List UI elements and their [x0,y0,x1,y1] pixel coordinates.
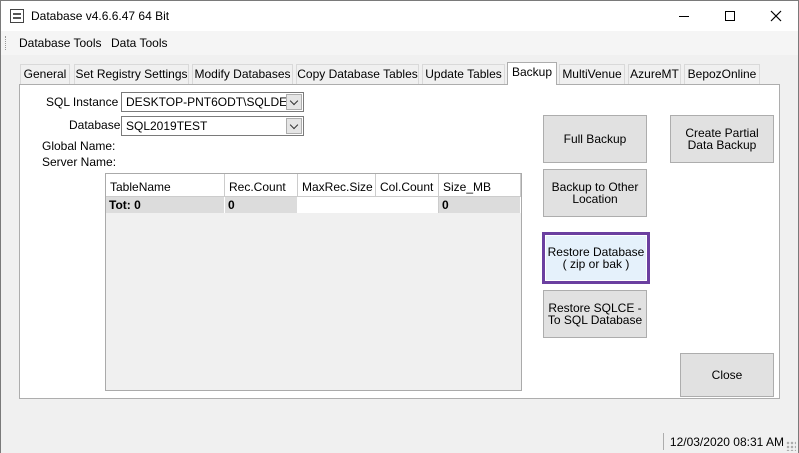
database-value: SQL2019TEST [126,119,208,133]
server-name-label: Server Name: [42,155,117,169]
menu-grip-icon [5,36,7,50]
tab-bepozonline[interactable]: BepozOnline [684,64,760,84]
tables-grid[interactable]: TableName Rec.Count MaxRec.Size Col.Coun… [105,173,522,391]
tab-azuremt[interactable]: AzureMT [628,64,681,84]
menu-data-tools[interactable]: Data Tools [111,36,167,50]
column-header-size-mb[interactable]: Size_MB [439,174,521,197]
tab-general[interactable]: General [20,64,70,84]
database-dropdown-button[interactable] [286,118,302,134]
database-select[interactable]: SQL2019TEST [121,116,304,136]
database-label: Database: [69,118,124,132]
sql-instance-dropdown-button[interactable] [286,94,302,110]
close-window-button[interactable] [753,1,799,31]
create-partial-backup-button[interactable]: Create Partial Data Backup [670,115,774,163]
restore-sqlce-button[interactable]: Restore SQLCE - To SQL Database [543,290,647,338]
tab-modify-databases[interactable]: Modify Databases [192,64,293,84]
restore-database-button[interactable]: Restore Database ( zip or bak ) [542,232,650,284]
close-button[interactable]: Close [680,353,774,397]
sql-instance-select[interactable]: DESKTOP-PNT6ODT\SQLDE [121,92,304,112]
chevron-down-icon [289,120,299,129]
database-app-icon [10,9,24,23]
chevron-down-icon [289,96,299,105]
full-backup-button[interactable]: Full Backup [543,115,647,163]
tab-multivenue[interactable]: MultiVenue [559,64,625,84]
column-header-rec-count[interactable]: Rec.Count [225,174,298,197]
application-window: Database v4.6.6.47 64 Bit Database Tools… [0,0,799,453]
title-bar[interactable]: Database v4.6.6.47 64 Bit [1,1,798,31]
column-header-maxrec-size[interactable]: MaxRec.Size [298,174,376,197]
status-datetime: 12/03/2020 08:31 AM [662,433,784,450]
sql-instance-value: DESKTOP-PNT6ODT\SQLDE [126,95,288,109]
totals-cell-maxrec-colcount[interactable] [298,197,439,213]
tab-update-tables[interactable]: Update Tables [422,64,505,84]
backup-tab-panel: SQL Instance : DESKTOP-PNT6ODT\SQLDE Dat… [19,84,780,399]
global-name-label: Global Name: [42,139,116,153]
menu-database-tools[interactable]: Database Tools [19,36,102,50]
totals-cell-size-mb[interactable]: 0 [439,197,521,213]
resize-grip-icon[interactable] [786,441,796,451]
minimize-icon [679,15,689,17]
column-header-tablename[interactable]: TableName [106,174,225,197]
column-header-col-count[interactable]: Col.Count [376,174,439,197]
totals-cell-rec-count[interactable]: 0 [225,197,298,213]
window-title: Database v4.6.6.47 64 Bit [31,9,170,23]
sql-instance-label: SQL Instance : [46,95,125,109]
tab-backup[interactable]: Backup [507,62,557,85]
status-bar: 12/03/2020 08:31 AM [1,429,798,453]
tab-set-registry-settings[interactable]: Set Registry Settings [74,64,189,84]
maximize-icon [725,11,735,21]
minimize-button[interactable] [661,1,707,31]
totals-cell-tablename[interactable]: Tot: 0 [106,197,225,213]
menu-bar: Database Tools Data Tools [1,31,798,55]
close-icon [770,10,782,22]
backup-to-other-location-button[interactable]: Backup to Other Location [543,169,647,217]
tab-copy-database-tables[interactable]: Copy Database Tables [296,64,419,84]
maximize-button[interactable] [707,1,753,31]
